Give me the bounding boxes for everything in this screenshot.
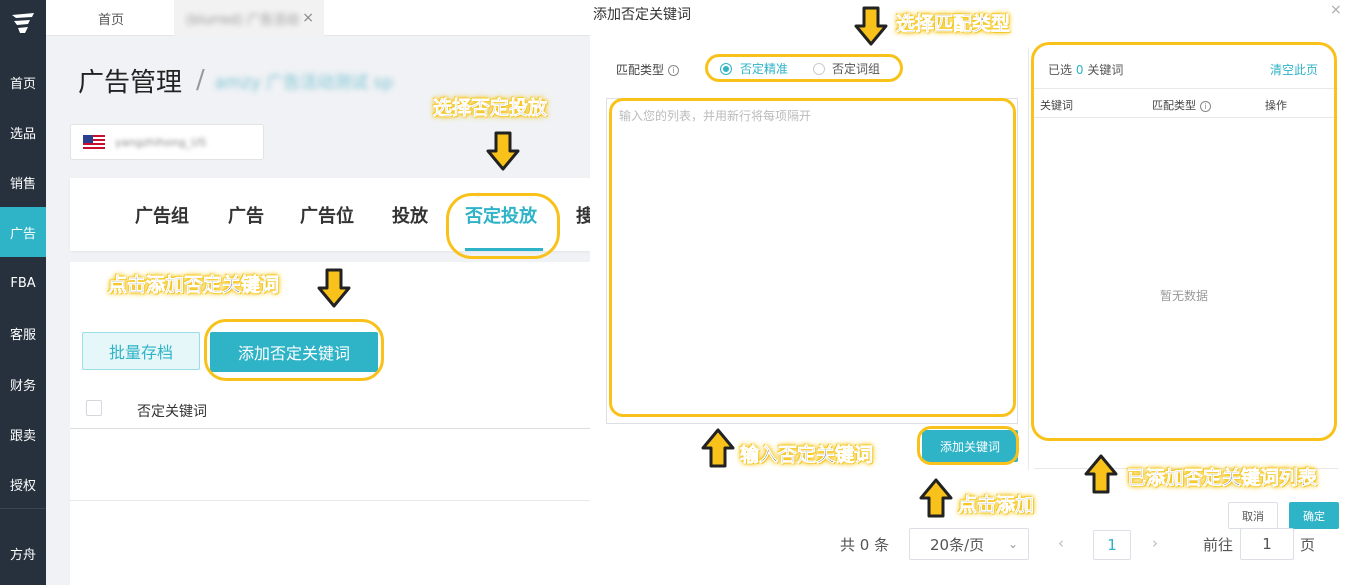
sidebar-item-finance[interactable]: 财务	[0, 359, 46, 409]
highlight-add-negative-keyword	[204, 319, 384, 381]
subnav-search-terms[interactable]: 搜	[576, 178, 591, 251]
sidebar-item-follow-sell[interactable]: 跟卖	[0, 409, 46, 459]
page-number-current[interactable]: 1	[1093, 530, 1131, 560]
note-click-add-negative-keyword: 点击添加否定关键词	[108, 274, 280, 297]
highlight-added-list	[1031, 42, 1337, 441]
tab-home[interactable]: 首页	[98, 0, 124, 36]
close-icon[interactable]: ×	[302, 10, 314, 26]
arrow-down-icon	[486, 131, 520, 171]
subnav-placements[interactable]: 广告位	[300, 178, 354, 251]
goto-page-input[interactable]: 1	[1240, 528, 1294, 560]
confirm-button[interactable]: 确定	[1289, 502, 1339, 529]
batch-archive-button[interactable]: 批量存档	[82, 332, 200, 370]
sidebar-item-ark[interactable]: 方舟	[0, 528, 46, 578]
table-header-divider	[70, 428, 591, 429]
account-name: yangzhihong_US	[115, 135, 207, 149]
us-flag-icon	[83, 135, 105, 149]
next-page-icon[interactable]: ›	[1152, 534, 1158, 552]
sidebar-item-customer-service[interactable]: 客服	[0, 308, 46, 358]
page-size-value: 20条/页	[930, 535, 985, 554]
sidebar-item-authorization[interactable]: 授权	[0, 459, 46, 509]
note-enter-negative-keyword: 输入否定关键词	[740, 444, 874, 467]
match-type-label: 匹配类型 i	[616, 61, 680, 78]
tab-bar: 首页 (blurred) 广告活动 ×	[46, 0, 591, 36]
pagination-total: 共 0 条	[840, 536, 890, 554]
note-added-list: 已添加否定关键词列表	[1127, 467, 1318, 490]
arrow-up-icon	[1084, 454, 1118, 494]
highlight-textarea	[609, 98, 1016, 417]
sidebar-item-product-selection[interactable]: 选品	[0, 107, 46, 157]
sidebar-item-home[interactable]: 首页	[0, 57, 46, 107]
page-size-select[interactable]: 20条/页 ⌄	[909, 528, 1029, 560]
sidebar-item-sales[interactable]: 销售	[0, 157, 46, 207]
app-logo[interactable]	[0, 0, 46, 46]
sidebar-item-ads[interactable]: 广告	[0, 207, 46, 257]
sidebar-divider	[0, 508, 46, 509]
cancel-button[interactable]: 取消	[1228, 502, 1278, 529]
chevron-down-icon: ⌄	[1007, 537, 1018, 551]
page-title-row: 广告管理 / amzy 广告活动测试 sp	[78, 58, 393, 102]
select-all-checkbox[interactable]	[86, 400, 102, 416]
note-select-match-type: 选择匹配类型	[896, 13, 1011, 36]
note-click-add: 点击添加	[958, 494, 1035, 517]
dialog-title: 添加否定关键词	[593, 7, 691, 23]
sidebar-item-fba[interactable]: FBA	[0, 258, 46, 308]
content-panel	[70, 262, 591, 585]
breadcrumb-campaign[interactable]: amzy 广告活动测试 sp	[215, 68, 393, 93]
arrow-down-icon	[317, 268, 351, 308]
panel-divider	[1028, 48, 1029, 470]
column-header-negative-keyword: 否定关键词	[137, 404, 207, 420]
subnav-targeting[interactable]: 投放	[392, 178, 428, 251]
arrow-up-icon	[919, 478, 953, 518]
goto-label: 前往	[1203, 536, 1234, 554]
arrow-up-icon	[701, 428, 735, 468]
breadcrumb-separator: /	[196, 65, 205, 95]
info-icon[interactable]: i	[668, 65, 680, 76]
sidebar: 首页 选品 销售 广告 FBA 客服 财务 跟卖 授权 方舟	[0, 0, 46, 585]
highlight-negative-targeting	[446, 193, 560, 259]
match-type-label-text: 匹配类型	[616, 63, 665, 77]
close-icon[interactable]: ×	[1330, 2, 1342, 18]
highlight-add-keyword	[917, 426, 1019, 465]
tab-ad-campaign[interactable]: (blurred) 广告活动 ×	[174, 0, 324, 36]
table-divider	[70, 500, 591, 501]
subnav-ads[interactable]: 广告	[228, 178, 264, 251]
note-select-negative-targeting: 选择否定投放	[433, 97, 548, 120]
highlight-match-type	[705, 54, 903, 82]
subnav-ad-groups[interactable]: 广告组	[135, 178, 189, 251]
tab-ad-campaign-label: (blurred) 广告活动	[186, 12, 299, 28]
page-title: 广告管理	[78, 67, 183, 98]
page-suffix: 页	[1300, 536, 1316, 554]
prev-page-icon[interactable]: ‹	[1058, 534, 1064, 552]
arrow-down-icon	[854, 6, 888, 46]
account-selector[interactable]: yangzhihong_US	[70, 124, 264, 160]
